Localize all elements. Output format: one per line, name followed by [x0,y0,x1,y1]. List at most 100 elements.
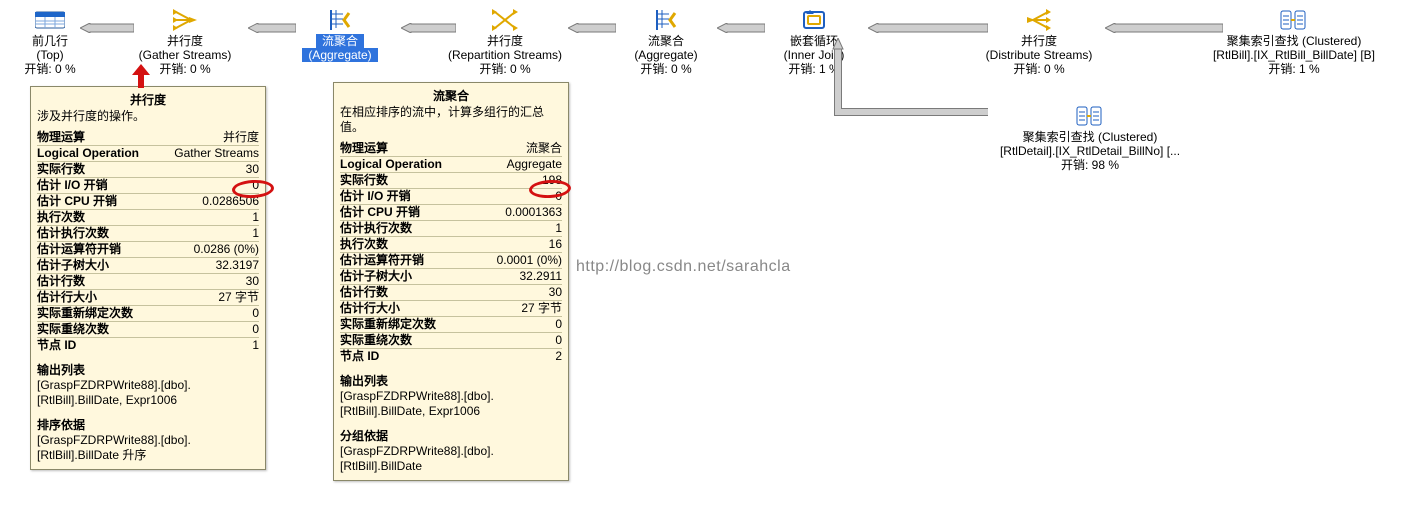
tooltip-property-grid: 物理运算并行度Logical OperationGather Streams实际… [37,130,259,353]
tooltip-property-row: 估计执行次数 1 [340,221,562,237]
tooltip-property-row: 估计子树大小32.2911 [340,269,562,285]
annotation-red-arrow-icon [132,64,150,91]
property-key: 估计行数 [37,274,85,289]
property-value: 1 [252,338,259,353]
property-value: 1 [252,210,259,225]
property-value: 27 字节 [218,290,259,305]
tooltip-gather-streams: 并行度 涉及并行度的操作。 物理运算 并行度 Logical Operation Ga… [30,86,266,470]
property-key: 实际行数 [340,173,388,188]
tooltip-property-row: 实际重新绑定次数 0 [340,317,562,333]
flow-arrow [868,23,988,33]
property-key: 估计 I/O 开销 [340,189,411,204]
property-key: 估计 CPU 开销 [340,205,420,220]
index-seek-icon [970,104,1210,128]
tooltip-aggregate: 流聚合 在相应排序的流中，计算多组行的汇总值。 物理运算流聚合Logical O… [333,82,569,481]
property-value: 2 [555,349,562,364]
property-key: 物理运算 [340,141,388,156]
op-subtitle: [RtlDetail].[IX_RtlDetail_BillNo] [... [970,144,1210,158]
tooltip-section-header: 输出列表 [340,374,562,389]
flow-arrow [1105,23,1223,33]
tooltip-property-row: 估计 CPU 开销 0.0001363 [340,205,562,221]
tooltip-property-row: 估计行大小 27 字节 [340,301,562,317]
property-value: 1 [252,226,259,241]
tooltip-property-row: 估计行数30 [340,285,562,301]
flow-arrow [80,23,134,33]
tooltip-property-row: 估计行数 30 [37,274,259,290]
property-value: 30 [549,285,562,300]
property-key: 执行次数 [340,237,388,252]
op-clustered-seek-1[interactable]: 聚集索引查找 (Clustered) [RtlBill].[IX_RtlBill… [1174,8,1414,76]
property-key: 实际行数 [37,162,85,177]
property-key: 执行次数 [37,210,85,225]
property-value: 32.3197 [216,258,259,273]
property-key: 实际重绕次数 [340,333,412,348]
property-value: 16 [549,237,562,252]
property-value: 1 [555,221,562,236]
property-value: 0.0001363 [505,205,562,220]
tooltip-output-list: [GraspFZDRPWrite88].[dbo].[RtlBill].Bill… [37,378,259,408]
tooltip-property-row: Logical Operation Gather Streams [37,146,259,162]
op-subtitle: [RtlBill].[IX_RtlBill_BillDate] [B] [1174,48,1414,62]
op-subtitle: (Aggregate) [302,48,377,62]
tooltip-title: 并行度 [37,91,259,108]
property-key: 估计子树大小 [340,269,412,284]
property-key: 节点 ID [340,349,379,364]
tooltip-property-row: 估计 I/O 开销0 [37,178,259,194]
tooltip-property-row: 估计子树大小 32.3197 [37,258,259,274]
annotation-red-circle [232,179,275,199]
property-key: Logical Operation [37,146,139,161]
property-value: 0.0001 (0%) [497,253,562,268]
property-key: 估计执行次数 [37,226,109,241]
tooltip-section-header: 排序依据 [37,418,259,433]
tooltip-property-row: 节点 ID 1 [37,338,259,353]
tooltip-section-header: 分组依据 [340,429,562,444]
property-key: 估计子树大小 [37,258,109,273]
op-clustered-seek-2[interactable]: 聚集索引查找 (Clustered) [RtlDetail].[IX_RtlDe… [970,104,1210,172]
watermark-text: http://blog.csdn.net/sarahcla [576,258,791,276]
property-key: 估计行大小 [340,301,400,316]
property-key: 估计运算符开销 [340,253,424,268]
op-title: 聚集索引查找 (Clustered) [970,130,1210,144]
property-value: Aggregate [507,157,562,172]
property-value: 30 [246,274,259,289]
property-value: 0 [555,317,562,332]
tooltip-group-by: [GraspFZDRPWrite88].[dbo].[RtlBill].Bill… [340,444,562,474]
property-key: Logical Operation [340,157,442,172]
property-key: 估计执行次数 [340,221,412,236]
tooltip-property-row: Logical Operation Aggregate [340,157,562,173]
property-value: 27 字节 [521,301,562,316]
tooltip-property-row: 节点 ID 2 [340,349,562,364]
tooltip-description: 涉及并行度的操作。 [37,109,259,124]
property-key: 估计运算符开销 [37,242,121,257]
property-key: 估计 CPU 开销 [37,194,117,209]
flow-arrow [568,23,616,33]
tooltip-property-row: 实际行数30 [37,162,259,178]
flow-arrow [401,23,456,33]
tooltip-property-row: 实际重绕次数0 [340,333,562,349]
tooltip-property-row: 估计运算符开销 0.0001 (0%) [340,253,562,269]
property-key: 物理运算 [37,130,85,145]
property-key: 估计 I/O 开销 [37,178,108,193]
tooltip-property-row: 实际重新绑定次数0 [37,306,259,322]
flow-arrow [717,23,765,33]
property-value: 并行度 [223,130,259,145]
tooltip-property-row: 估计行大小27 字节 [37,290,259,306]
property-key: 节点 ID [37,338,76,353]
property-value: 0 [252,306,259,321]
tooltip-property-row: 实际重绕次数0 [37,322,259,338]
tooltip-order-by: [GraspFZDRPWrite88].[dbo].[RtlBill].Bill… [37,433,259,463]
property-key: 实际重新绑定次数 [340,317,436,332]
op-cost: 开销: 98 % [970,158,1210,172]
property-value: Gather Streams [174,146,259,161]
flow-arrow [248,23,296,33]
tooltip-description: 在相应排序的流中，计算多组行的汇总值。 [340,105,562,135]
tooltip-title: 流聚合 [340,87,562,104]
property-value: 流聚合 [526,141,562,156]
property-value: 0.0286 (0%) [194,242,259,257]
tooltip-property-grid: 物理运算流聚合Logical OperationAggregate实际行数198… [340,141,562,364]
op-cost: 开销: 1 % [1174,62,1414,76]
tooltip-section-header: 输出列表 [37,363,259,378]
tooltip-property-row: 估计运算符开销 0.0286 (0%) [37,242,259,258]
op-aggregate-selected[interactable]: 流聚合 (Aggregate) 开销: 0 % [245,8,435,76]
tooltip-output-list: [GraspFZDRPWrite88].[dbo].[RtlBill].Bill… [340,389,562,419]
